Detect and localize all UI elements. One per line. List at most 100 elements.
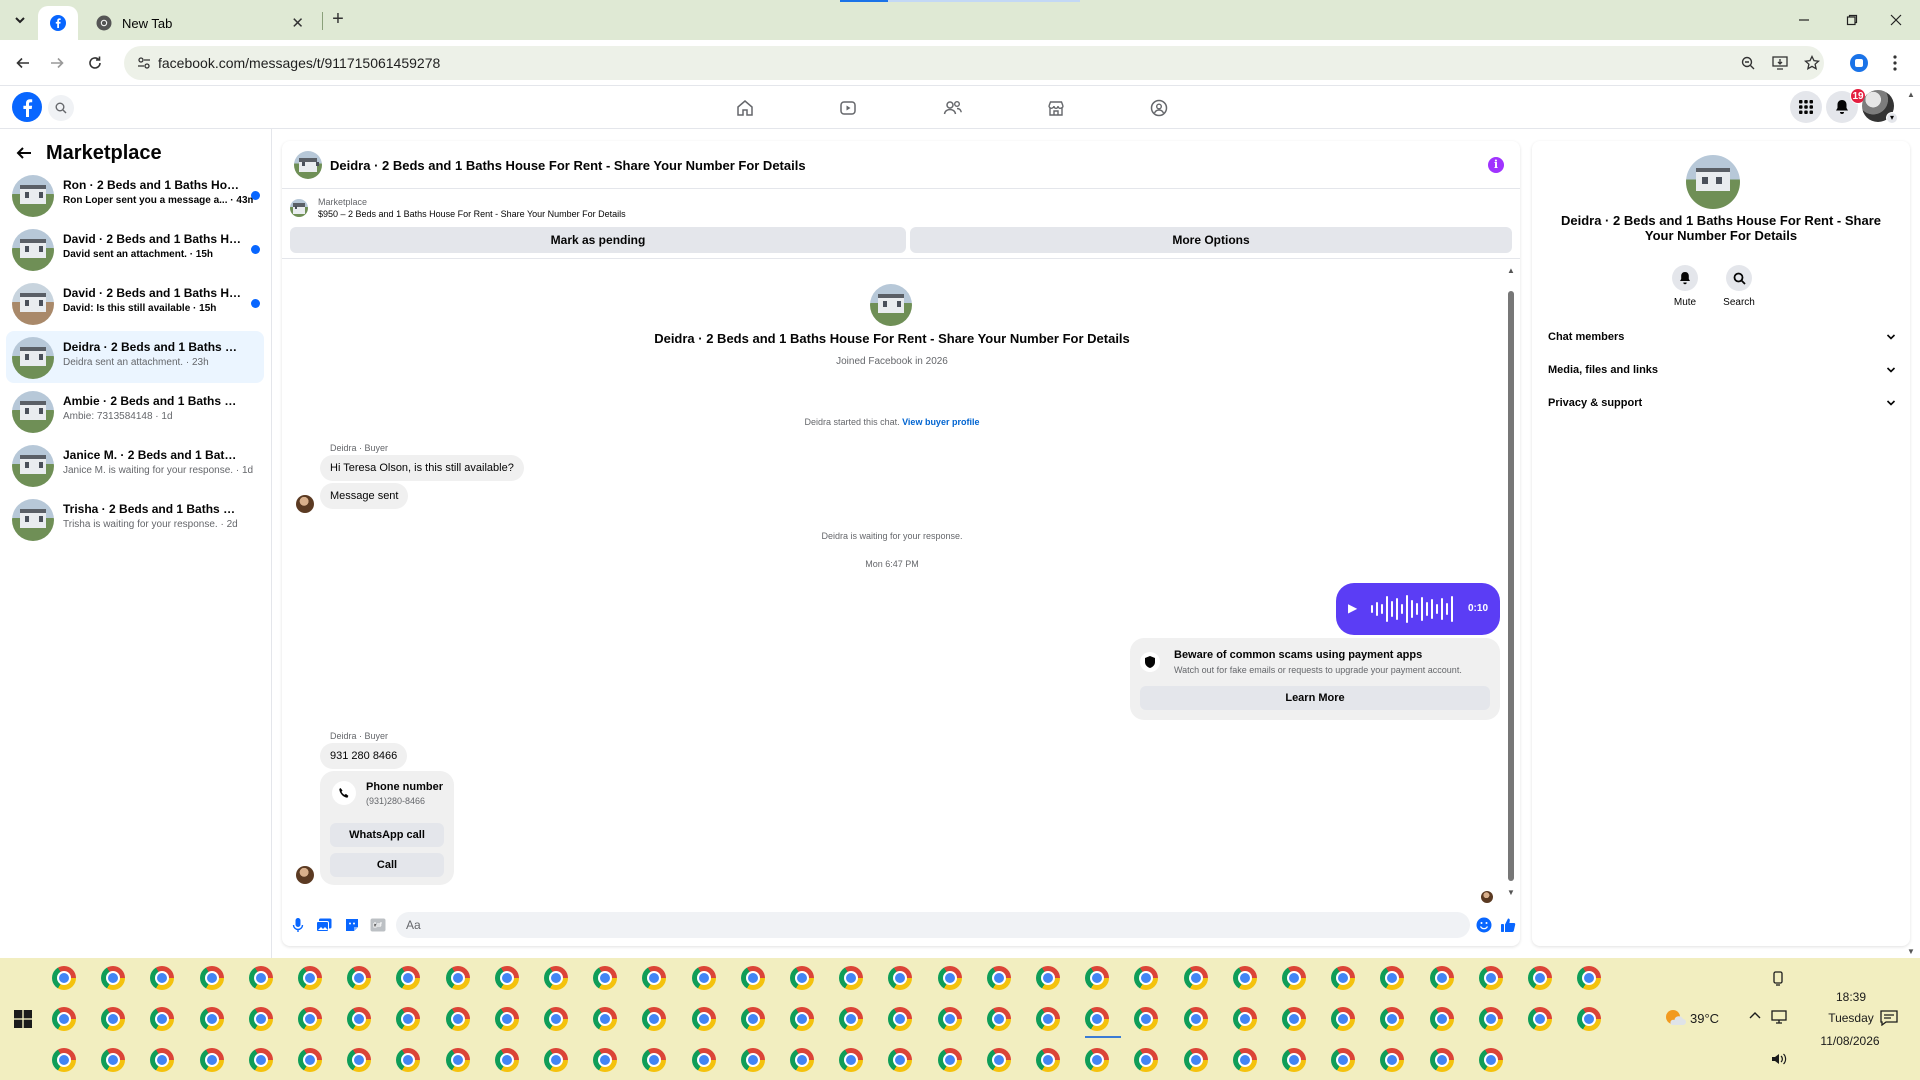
taskbar-browser-icon[interactable]	[494, 966, 519, 990]
menu-button[interactable]	[1790, 91, 1822, 123]
taskbar-browser-icon[interactable]	[1528, 966, 1552, 990]
taskbar-browser-icon[interactable]	[986, 1007, 1011, 1031]
mute-action[interactable]: Mute	[1663, 265, 1707, 308]
taskbar-browser-icon[interactable]	[691, 966, 716, 990]
listing-price-title[interactable]: $950 – 2 Beds and 1 Baths House For Rent…	[318, 209, 626, 219]
taskbar-browser-icon[interactable]	[593, 1048, 618, 1072]
taskbar-browser-icon[interactable]	[544, 1048, 568, 1072]
taskbar-browser-icon[interactable]	[642, 1048, 667, 1072]
meet-now-icon[interactable]	[1770, 970, 1786, 986]
taskbar-browser-icon[interactable]	[1380, 1007, 1405, 1031]
taskbar-browser-icon[interactable]	[396, 966, 421, 990]
thumbs-up-icon[interactable]	[1500, 917, 1516, 933]
tab-facebook[interactable]	[38, 6, 78, 40]
restore-button[interactable]	[1838, 8, 1866, 32]
profile-avatar[interactable]	[870, 284, 912, 326]
windows-start-icon[interactable]	[14, 1010, 32, 1028]
taskbar-browser-icon[interactable]	[101, 1048, 126, 1072]
taskbar-browser-icon[interactable]	[1036, 1048, 1060, 1072]
taskbar-browser-icon[interactable]	[1085, 1007, 1110, 1031]
minimize-button[interactable]	[1790, 8, 1818, 32]
taskbar-browser-icon[interactable]	[839, 1048, 864, 1072]
taskbar-browser-icon[interactable]	[790, 1007, 814, 1031]
conversation-item[interactable]: David · 2 Beds and 1 Baths House For Ren…	[6, 223, 264, 275]
taskbar-browser-icon[interactable]	[1282, 1048, 1306, 1072]
taskbar-browser-icon[interactable]	[790, 966, 814, 990]
taskbar-browser-icon[interactable]	[937, 1048, 962, 1072]
new-tab-button[interactable]: +	[326, 8, 350, 32]
taskbar-browser-icon[interactable]	[1331, 1048, 1356, 1072]
taskbar-browser-icon[interactable]	[445, 1007, 470, 1031]
taskbar-browser-icon[interactable]	[1036, 1007, 1060, 1031]
taskbar-browser-icon[interactable]	[1282, 966, 1306, 990]
taskbar-browser-icon[interactable]	[937, 1007, 962, 1031]
taskbar-browser-icon[interactable]	[199, 1048, 224, 1072]
taskbar-browser-icon[interactable]	[101, 1007, 126, 1031]
taskbar-browser-icon[interactable]	[642, 1007, 667, 1031]
taskbar-browser-icon[interactable]	[642, 966, 667, 990]
taskbar-browser-icon[interactable]	[740, 966, 765, 990]
show-hidden-icons-chevron-icon[interactable]	[1749, 1010, 1761, 1020]
taskbar-browser-icon[interactable]	[1577, 1007, 1602, 1031]
taskbar-browser-icon[interactable]	[1380, 1048, 1405, 1072]
taskbar-browser-icon[interactable]	[347, 1048, 372, 1072]
message-input[interactable]	[396, 912, 1470, 938]
taskbar-browser-icon[interactable]	[544, 1007, 568, 1031]
conversation-item[interactable]: Trisha · 2 Beds and 1 Baths House For Re…	[6, 493, 264, 545]
incoming-message[interactable]: Hi Teresa Olson, is this still available…	[320, 455, 524, 481]
taskbar-browser-icon[interactable]	[888, 966, 913, 990]
search-action[interactable]: Search	[1717, 265, 1761, 308]
taskbar-browser-icon[interactable]	[494, 1007, 519, 1031]
taskbar-browser-icon[interactable]	[150, 966, 175, 990]
nav-marketplace-button[interactable]	[1042, 94, 1070, 122]
taskbar-browser-icon[interactable]	[1134, 1048, 1159, 1072]
taskbar-browser-icon[interactable]	[986, 966, 1011, 990]
address-bar[interactable]: facebook.com/messages/t/911715061459278	[124, 46, 1824, 80]
taskbar-browser-icon[interactable]	[248, 966, 273, 990]
zoom-icon[interactable]	[1736, 51, 1760, 75]
incoming-message[interactable]: 931 280 8466	[320, 743, 408, 769]
taskbar-browser-icon[interactable]	[347, 966, 372, 990]
view-buyer-profile-link[interactable]: View buyer profile	[902, 417, 979, 427]
taskbar-browser-icon[interactable]	[298, 966, 322, 990]
taskbar-browser-icon[interactable]	[248, 1007, 273, 1031]
taskbar-browser-icon[interactable]	[1331, 1007, 1356, 1031]
taskbar-browser-icon[interactable]	[1429, 966, 1454, 990]
taskbar-browser-icon[interactable]	[593, 966, 618, 990]
conversation-item[interactable]: Ambie · 2 Beds and 1 Baths House For Ren…	[6, 385, 264, 437]
taskbar-browser-icon[interactable]	[691, 1048, 716, 1072]
taskbar-browser-icon[interactable]	[1282, 1007, 1306, 1031]
photo-icon[interactable]	[316, 917, 332, 933]
taskbar-browser-icon[interactable]	[1183, 966, 1208, 990]
close-window-button[interactable]	[1882, 8, 1910, 32]
page-scroll-up-arrow[interactable]: ▲	[1907, 90, 1915, 99]
taskbar-browser-icon[interactable]	[691, 1007, 716, 1031]
tab-search-button[interactable]	[8, 8, 32, 32]
chat-title[interactable]: Deidra · 2 Beds and 1 Baths House For Re…	[330, 158, 806, 173]
taskbar-browser-icon[interactable]	[1331, 966, 1356, 990]
back-button[interactable]	[10, 50, 36, 76]
taskbar-browser-icon[interactable]	[1134, 966, 1159, 990]
network-icon[interactable]	[1770, 1010, 1788, 1024]
taskbar-browser-icon[interactable]	[1232, 1007, 1257, 1031]
more-options-button[interactable]: More Options	[910, 227, 1512, 253]
taskbar-browser-icon[interactable]	[494, 1048, 519, 1072]
taskbar-browser-icon[interactable]	[199, 966, 224, 990]
conversation-info-icon[interactable]: i	[1488, 157, 1504, 173]
taskbar-browser-icon[interactable]	[52, 966, 76, 990]
taskbar-browser-icon[interactable]	[1577, 966, 1602, 990]
conversation-item[interactable]: Ron · 2 Beds and 1 Baths House For Rent …	[6, 169, 264, 221]
taskbar-browser-icon[interactable]	[396, 1048, 421, 1072]
scroll-up-arrow[interactable]: ▲	[1507, 267, 1515, 275]
taskbar-browser-icon[interactable]	[248, 1048, 273, 1072]
taskbar-browser-icon[interactable]	[396, 1007, 421, 1031]
taskbar-browser-icon[interactable]	[298, 1048, 322, 1072]
profile-sync-icon[interactable]	[1848, 52, 1870, 74]
taskbar-browser-icon[interactable]	[593, 1007, 618, 1031]
taskbar-browser-icon[interactable]	[544, 966, 568, 990]
chat-scrollbar[interactable]	[1508, 291, 1514, 881]
incoming-message[interactable]: Message sent	[320, 483, 409, 509]
privacy-support-row[interactable]: Privacy & support	[1544, 391, 1900, 415]
nav-friends-button[interactable]	[939, 94, 967, 122]
taskbar-browser-icon[interactable]	[1085, 1048, 1110, 1072]
